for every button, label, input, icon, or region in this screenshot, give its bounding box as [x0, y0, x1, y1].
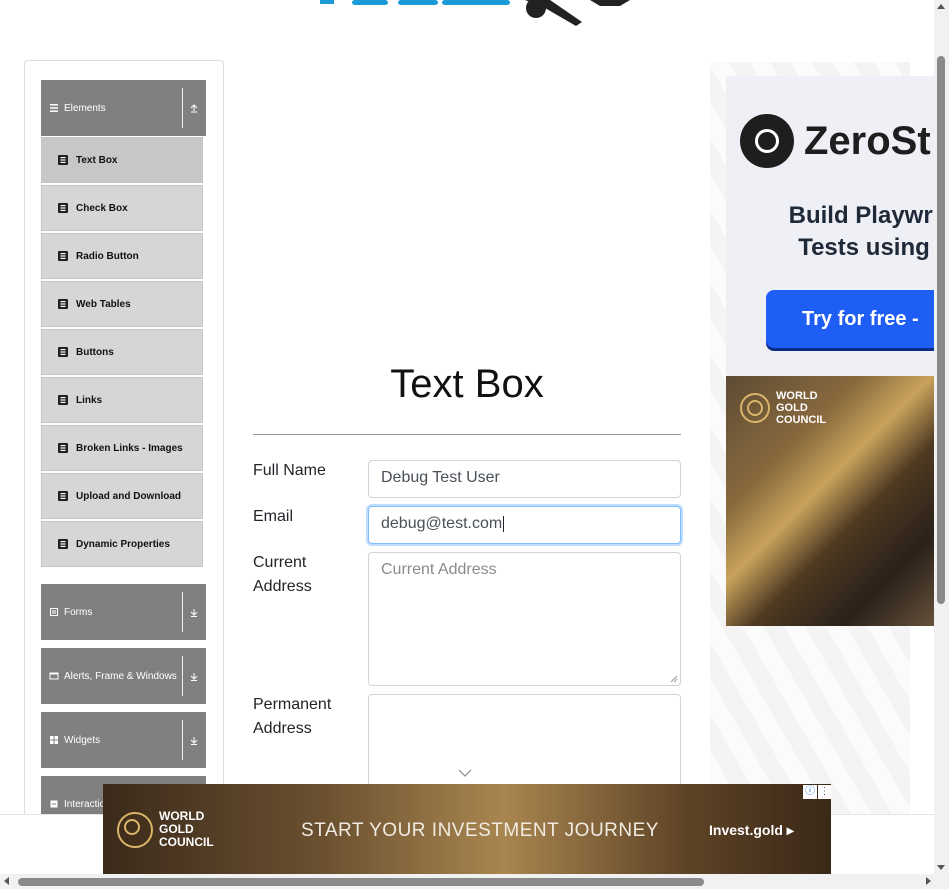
sidebar-item-web-tables[interactable]: Web Tables — [41, 281, 203, 327]
email-input[interactable]: debug@test.com — [368, 506, 681, 544]
zerostep-brand: ZeroSt — [740, 114, 931, 168]
expand-down-icon[interactable] — [188, 734, 200, 746]
wgc-logo: WORLD GOLD COUNCIL — [117, 810, 214, 849]
scroll-right-arrow-icon[interactable] — [926, 877, 931, 885]
sidebar-item-label: Links — [76, 394, 103, 406]
ad-menu-icon[interactable]: ⋮ — [818, 785, 831, 799]
sidebar-group-label: Interactio — [64, 798, 106, 810]
html5-icon — [57, 202, 69, 214]
html5-icon — [57, 442, 69, 454]
horizontal-scroll-thumb[interactable] — [18, 878, 704, 886]
scroll-up-arrow-icon[interactable] — [937, 4, 945, 9]
divider — [182, 720, 183, 760]
sidebar-group-label: Widgets — [64, 734, 101, 746]
expand-down-icon[interactable] — [188, 670, 200, 682]
sidebar-item-label: Web Tables — [76, 298, 131, 310]
banner-slogan: START YOUR INVESTMENT JOURNEY — [301, 820, 659, 841]
full-name-label: Full Name — [253, 462, 326, 479]
current-address-placeholder: Current Address — [381, 561, 497, 578]
sidebar-item-radio-button[interactable]: Radio Button — [41, 233, 203, 279]
full-name-input[interactable]: Debug Test User — [368, 460, 681, 498]
vertical-scroll-thumb[interactable] — [937, 56, 945, 604]
invest-gold-link[interactable]: Invest.gold ▸ — [709, 822, 794, 839]
banner-ad[interactable]: WORLD GOLD COUNCIL START YOUR INVESTMENT… — [103, 784, 831, 874]
page-title: Text Box — [390, 362, 544, 406]
sidebar-group-label: Elements — [64, 102, 106, 114]
html5-icon — [57, 298, 69, 310]
html5-icon — [57, 394, 69, 406]
sidebar-group-forms[interactable]: Forms — [41, 584, 206, 640]
menu-icon — [49, 103, 59, 113]
zerostep-ad[interactable]: ZeroSt Build Playwri Tests using Try for… — [726, 76, 934, 376]
html5-icon — [57, 154, 69, 166]
wgc-text: COUNCIL — [159, 835, 214, 849]
sidebar-item-check-box[interactable]: Check Box — [41, 185, 203, 231]
interactions-icon — [49, 799, 59, 809]
email-value: debug@test.com — [381, 515, 503, 532]
zerostep-brand-text: ZeroSt — [804, 118, 931, 163]
zerostep-logo-icon — [740, 114, 794, 168]
sidebar-group-widgets[interactable]: Widgets — [41, 712, 206, 768]
wgc-logo: WORLD GOLD COUNCIL — [740, 390, 826, 426]
headline-line: Tests using — [798, 234, 930, 261]
sidebar-item-broken-links[interactable]: Broken Links - Images — [41, 425, 203, 471]
toolsqa-logo[interactable] — [320, 0, 640, 30]
resize-handle-icon[interactable] — [670, 675, 678, 683]
sidebar-item-label: Dynamic Properties — [76, 538, 170, 550]
full-name-value: Debug Test User — [381, 469, 500, 486]
html5-icon — [57, 250, 69, 262]
email-label: Email — [253, 508, 294, 525]
widgets-icon — [49, 735, 59, 745]
sidebar-item-text-box[interactable]: Text Box — [41, 137, 203, 183]
sidebar-item-label: Check Box — [76, 202, 128, 214]
sidebar-group-label: Forms — [64, 606, 93, 618]
form-icon — [49, 607, 59, 617]
scroll-down-arrow-icon[interactable] — [937, 865, 945, 870]
wgc-text: GOLD — [776, 402, 808, 414]
adchoices-icon[interactable]: ⓘ — [803, 785, 817, 799]
scroll-left-arrow-icon[interactable] — [4, 877, 9, 885]
divider — [182, 88, 183, 128]
sidebar-item-label: Broken Links - Images — [76, 442, 183, 454]
sidebar-group-alerts[interactable]: Alerts, Frame & Windows — [41, 648, 206, 704]
divider — [182, 656, 183, 696]
sidebar: Elements Text Box Check Box Radio Button… — [24, 60, 224, 841]
html5-icon — [57, 346, 69, 358]
window-icon — [49, 671, 59, 681]
wgc-text: COUNCIL — [776, 414, 827, 426]
current-address-label: Current Address — [253, 554, 312, 595]
sidebar-item-buttons[interactable]: Buttons — [41, 329, 203, 375]
wgc-ring-icon — [740, 393, 770, 423]
sidebar-item-label: Text Box — [76, 154, 118, 166]
try-for-free-button[interactable]: Try for free - — [766, 290, 934, 348]
sidebar-item-label: Radio Button — [76, 250, 139, 262]
chevron-down-icon — [458, 769, 472, 777]
wgc-ring-icon — [117, 811, 153, 848]
permanent-address-label: Permanent Address — [253, 696, 332, 737]
text-cursor — [503, 516, 505, 532]
sidebar-item-label: Buttons — [76, 346, 114, 358]
sidebar-group-label: Alerts, Frame & Windows — [64, 670, 177, 682]
collapse-up-icon[interactable] — [188, 102, 200, 114]
html5-icon — [57, 490, 69, 502]
horizontal-scrollbar[interactable] — [0, 874, 949, 889]
sidebar-item-links[interactable]: Links — [41, 377, 203, 423]
divider — [182, 592, 183, 632]
title-divider — [253, 434, 681, 435]
sidebar-item-upload-download[interactable]: Upload and Download — [41, 473, 203, 519]
sidebar-item-label: Upload and Download — [76, 490, 181, 502]
zerostep-headline: Build Playwri Tests using — [774, 200, 934, 264]
current-address-textarea[interactable]: Current Address — [368, 552, 681, 686]
sidebar-item-dynamic-properties[interactable]: Dynamic Properties — [41, 521, 203, 567]
world-gold-council-ad[interactable]: WORLD GOLD COUNCIL — [726, 376, 934, 626]
sidebar-group-elements[interactable]: Elements — [41, 80, 206, 136]
vertical-scrollbar[interactable] — [934, 0, 949, 874]
wgc-text: WORLD — [776, 390, 818, 402]
html5-icon — [57, 538, 69, 550]
expand-down-icon[interactable] — [188, 606, 200, 618]
headline-line: Build Playwri — [788, 202, 934, 229]
